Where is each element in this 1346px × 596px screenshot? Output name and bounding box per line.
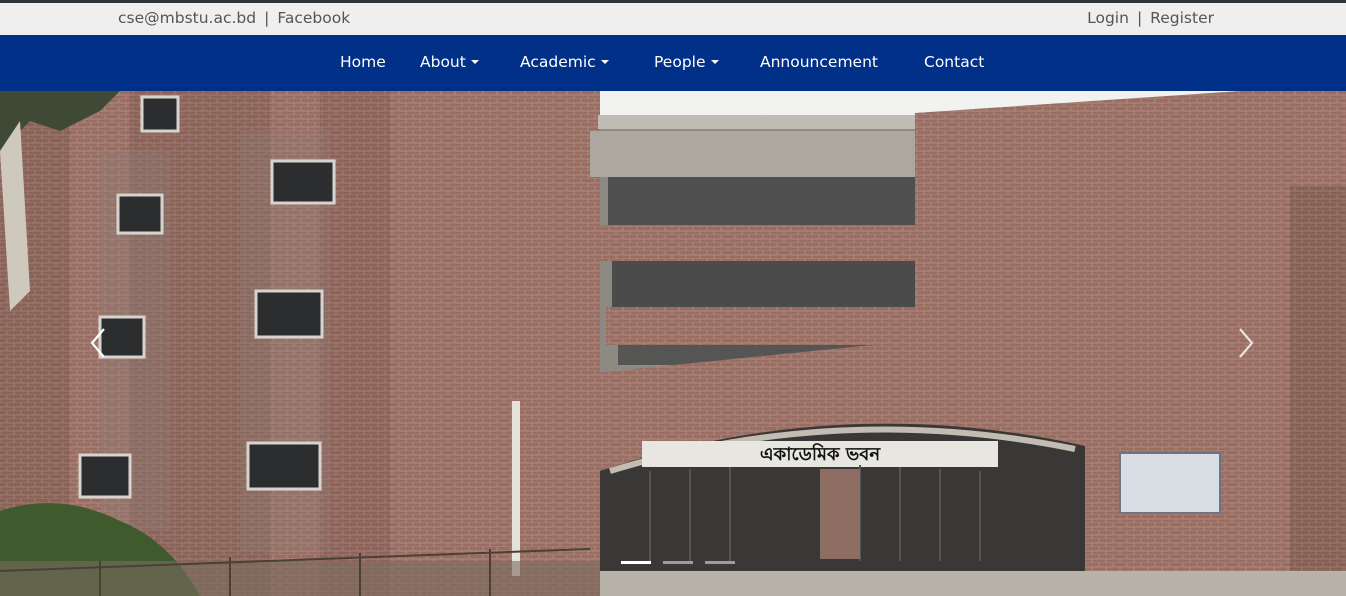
nav-people-dropdown[interactable]: People: [654, 53, 719, 71]
nav-announcement-label: Announcement: [760, 53, 878, 71]
caret-down-icon: [600, 60, 609, 64]
facebook-link[interactable]: Facebook: [277, 9, 350, 27]
carousel-next-button[interactable]: [1230, 323, 1260, 363]
carousel-indicator-3[interactable]: [705, 561, 735, 564]
nav-about-label: About: [420, 53, 466, 71]
nav-academic-dropdown[interactable]: Academic: [520, 53, 609, 71]
nav-academic-label: Academic: [520, 53, 596, 71]
separator: |: [1136, 9, 1143, 27]
nav-home[interactable]: Home: [340, 53, 386, 71]
caret-down-icon: [470, 60, 479, 64]
caret-down-icon: [710, 60, 719, 64]
separator: |: [264, 9, 270, 27]
main-navbar: Home About Academic People Announcement …: [0, 35, 1346, 91]
chevron-right-icon: [1239, 328, 1254, 358]
nav-contact-label: Contact: [924, 53, 985, 71]
nav-home-label: Home: [340, 53, 386, 71]
contact-links: cse@mbstu.ac.bd | Facebook: [118, 9, 350, 27]
chevron-left-icon: [90, 328, 105, 358]
carousel-indicator-2[interactable]: [663, 561, 693, 564]
nav-contact[interactable]: Contact: [924, 53, 984, 71]
nav-announcement[interactable]: Announcement: [760, 53, 878, 71]
nav-people-label: People: [654, 53, 706, 71]
carousel-indicators: [621, 561, 735, 564]
top-contact-bar: cse@mbstu.ac.bd | Facebook Login | Regis…: [0, 3, 1346, 35]
account-links: Login | Register: [1087, 9, 1214, 27]
hero-carousel: একাডেমিক ভবন: [0, 91, 1346, 596]
register-link[interactable]: Register: [1150, 9, 1214, 27]
carousel-prev-button[interactable]: [84, 323, 114, 363]
nav-about-dropdown[interactable]: About: [420, 53, 479, 71]
login-link[interactable]: Login: [1087, 9, 1129, 27]
email-link[interactable]: cse@mbstu.ac.bd: [118, 9, 256, 27]
academic-building-photo: একাডেমিক ভবন: [0, 91, 1346, 596]
carousel-indicator-1[interactable]: [621, 561, 651, 564]
banner-text: একাডেমিক ভবন: [760, 443, 881, 465]
